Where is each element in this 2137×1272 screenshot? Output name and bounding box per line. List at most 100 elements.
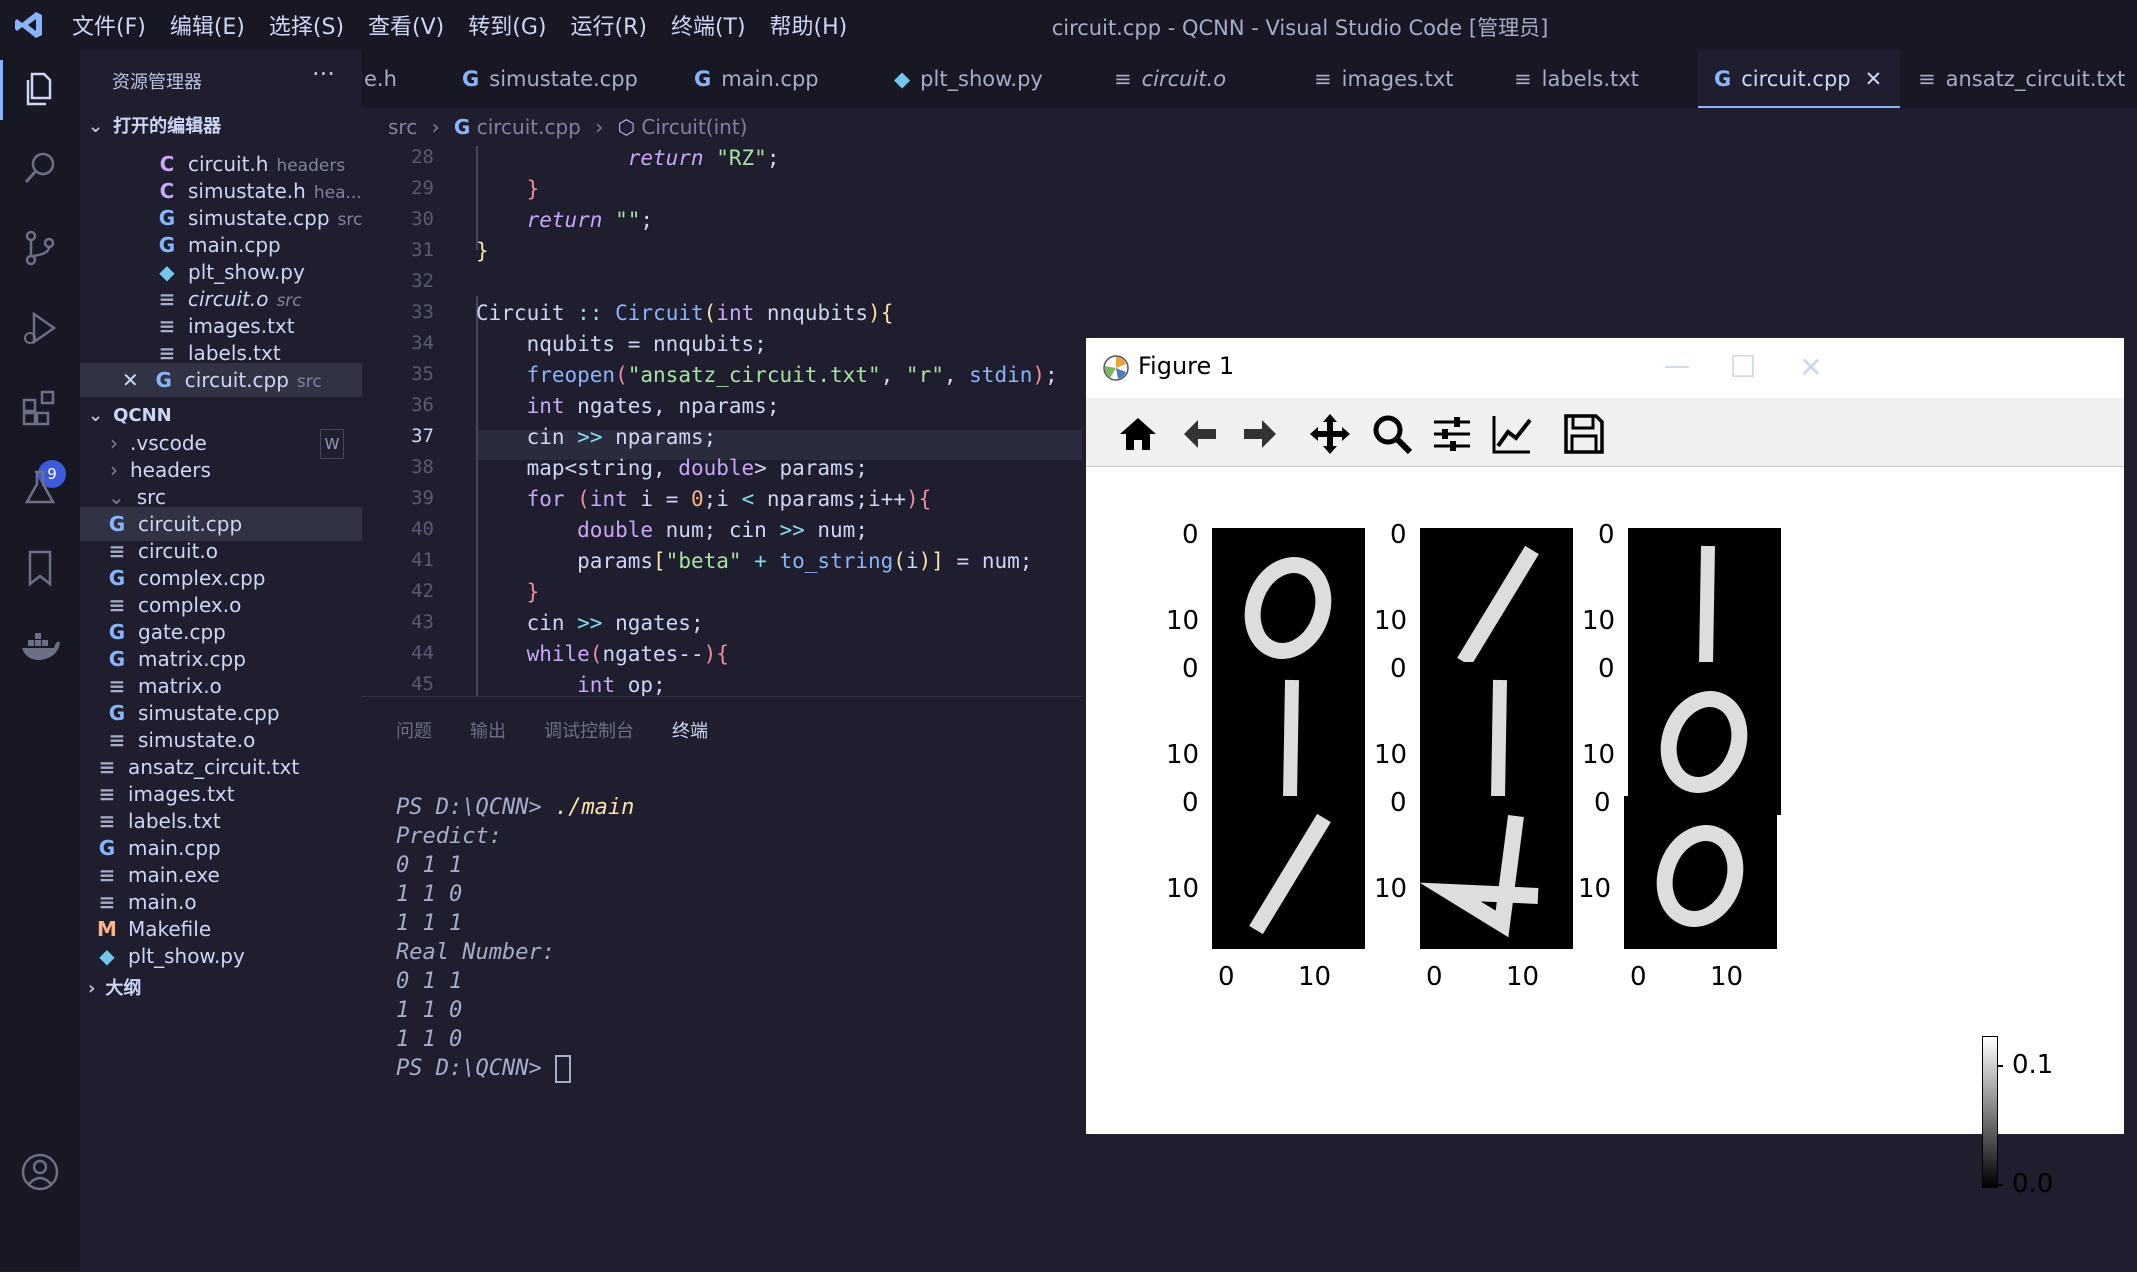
more-actions-icon[interactable]: ··· [312, 60, 335, 88]
bottom-panel: 问题 输出 调试控制台 终端 PS D:\QCNN> ./main Predict… [362, 696, 1082, 1272]
digit-image-0 [1624, 796, 1777, 949]
file-name: main.cpp [188, 233, 281, 257]
testing-flask-icon[interactable] [18, 466, 62, 510]
tab-problems[interactable]: 问题 [396, 717, 432, 743]
menu-run[interactable]: 运行(R) [558, 9, 658, 41]
whitespace-toggle-button[interactable]: W [320, 429, 344, 459]
menu-help[interactable]: 帮助(H) [758, 9, 860, 41]
menu-go[interactable]: 转到(G) [456, 9, 558, 41]
python-file-icon: ◆ [894, 67, 911, 91]
extensions-icon[interactable] [18, 386, 62, 430]
code-line: int op; [577, 673, 666, 696]
code-line: freopen("ansatz_circuit.txt", "r", stdin… [526, 363, 1058, 387]
line-number: 40 [411, 518, 434, 540]
search-icon[interactable] [18, 146, 62, 190]
plot-area[interactable]: 0.1 0.0 0 10 0 10 0 10 0 10 0 10 0 10 0 10 0 10 0 10 0 10 0 1… [1086, 466, 2124, 1199]
code-line: int ngates, nparams; [526, 394, 780, 418]
title-bar: 文件(F) 编辑(E) 选择(S) 查看(V) 转到(G) 运行(R) 终端(T… [0, 0, 2137, 50]
y-tick-label: 10 [1582, 606, 1616, 636]
close-button[interactable]: ✕ [1786, 346, 1836, 390]
file-name: plt_show.py [128, 944, 245, 968]
configure-subplots-icon[interactable] [1430, 412, 1474, 456]
maximize-button[interactable]: ☐ [1718, 346, 1768, 390]
run-debug-icon[interactable] [18, 306, 62, 350]
file-name: simustate.h [188, 179, 306, 203]
menu-bar: 文件(F) 编辑(E) 选择(S) 查看(V) 转到(G) 运行(R) 终端(T… [60, 0, 859, 50]
menu-file[interactable]: 文件(F) [60, 9, 158, 41]
terminal-line: PS D:\QCNN> ./main [396, 793, 634, 822]
code-line: cin >> nparams; [526, 425, 717, 449]
code-line: Circuit :: Circuit(int nnqubits){ [476, 301, 894, 325]
file-item[interactable]: ◆ plt_show.py [96, 939, 245, 973]
file-name: Makefile [128, 917, 212, 941]
terminal-line: 1 1 0 [396, 1027, 463, 1052]
terminal-line: PS D:\QCNN> [396, 1054, 634, 1083]
tab-circuit-o[interactable]: ≡ circuit.o [1114, 50, 1226, 108]
close-tab-icon[interactable]: ✕ [1865, 67, 1883, 91]
open-editors-section[interactable]: ⌄ 打开的编辑器 [88, 110, 221, 144]
window-title: circuit.cpp - QCNN - Visual Studio Code … [1051, 16, 1549, 40]
close-icon[interactable]: ✕ [122, 368, 139, 392]
file-name: simustate.o [138, 728, 256, 752]
tab-terminal[interactable]: 终端 [672, 717, 708, 743]
docker-icon[interactable] [18, 626, 62, 670]
forward-icon[interactable] [1238, 412, 1282, 456]
tab-images-txt[interactable]: ≡ images.txt [1314, 50, 1454, 108]
back-icon[interactable] [1178, 412, 1222, 456]
tab-main-cpp[interactable]: Gmain.cpp [694, 50, 819, 108]
breadcrumb-file[interactable]: circuit.cpp [477, 115, 581, 139]
minimize-button[interactable]: — [1652, 346, 1702, 390]
pan-icon[interactable] [1308, 412, 1352, 456]
breadcrumb: src › G circuit.cpp › ⬡ Circuit(int) [388, 115, 748, 139]
file-path: src [276, 291, 302, 311]
digit-image-1 [1628, 528, 1781, 681]
breadcrumb-symbol[interactable]: Circuit(int) [641, 115, 747, 139]
save-icon[interactable] [1562, 412, 1606, 456]
menu-view[interactable]: 查看(V) [356, 9, 456, 41]
file-name: circuit.cpp [184, 368, 289, 392]
account-icon[interactable] [18, 1150, 62, 1194]
terminal-prompt: PS D:\QCNN> [396, 795, 542, 820]
tab-circuit-cpp[interactable]: Gcircuit.cpp ✕ [1698, 50, 1900, 108]
y-tick-label: 10 [1582, 740, 1616, 770]
tab-debug-console[interactable]: 调试控制台 [544, 717, 634, 743]
line-number: 44 [411, 642, 434, 664]
line-number: 35 [411, 363, 434, 385]
terminal-line: Predict: [396, 824, 502, 849]
activity-bar: 9 [0, 50, 80, 1271]
source-control-icon[interactable] [18, 226, 62, 270]
edit-axes-icon[interactable] [1490, 412, 1534, 456]
outline-section[interactable]: › 大纲 [88, 972, 141, 1000]
terminal-line: 0 1 1 [396, 853, 463, 878]
code-line: } [476, 239, 489, 263]
tab-labels-txt[interactable]: ≡ labels.txt [1514, 50, 1639, 108]
folder-name: headers [130, 458, 211, 482]
tab-output[interactable]: 输出 [470, 717, 506, 743]
code-editor[interactable]: 28 29 30 31 32 33 34 35 36 37 38 39 40 4… [362, 146, 1082, 696]
bookmark-icon[interactable] [18, 546, 62, 590]
home-icon[interactable] [1116, 412, 1160, 456]
tab-simustate-cpp[interactable]: Gsimustate.cpp [462, 50, 638, 108]
tab-ansatz-circuit-txt[interactable]: ≡ ansatz_circuit.txt [1918, 50, 2125, 108]
cpp-file-icon: G [462, 67, 480, 91]
explorer-icon[interactable] [18, 66, 62, 110]
open-editor-item-active[interactable]: ✕ Gcircuit.cpp src [80, 363, 362, 397]
menu-terminal[interactable]: 终端(T) [659, 9, 758, 41]
file-path: src [296, 372, 322, 392]
vscode-logo-icon[interactable] [14, 10, 44, 40]
menu-edit[interactable]: 编辑(E) [158, 9, 257, 41]
breadcrumb-folder[interactable]: src [388, 115, 417, 139]
tab-plt-show-py[interactable]: ◆ plt_show.py [894, 50, 1043, 108]
menu-selection[interactable]: 选择(S) [257, 9, 356, 41]
y-tick-label: 0 [1598, 520, 1615, 550]
tab-e-h[interactable]: e.h [362, 50, 444, 108]
file-name: circuit.cpp [138, 512, 243, 536]
zoom-icon[interactable] [1370, 412, 1414, 456]
chevron-right-icon: › [110, 458, 118, 482]
line-number: 28 [411, 146, 434, 168]
figure-titlebar: Figure 1 — ☐ ✕ [1086, 338, 2124, 398]
panel-tabs: 问题 输出 调试控制台 终端 [396, 717, 708, 743]
explorer-title: 资源管理器 [112, 72, 202, 93]
terminal-output[interactable]: PS D:\QCNN> ./main Predict: 0 1 11 1 01 1 … [396, 793, 634, 1083]
y-tick-label: 10 [1374, 606, 1408, 636]
